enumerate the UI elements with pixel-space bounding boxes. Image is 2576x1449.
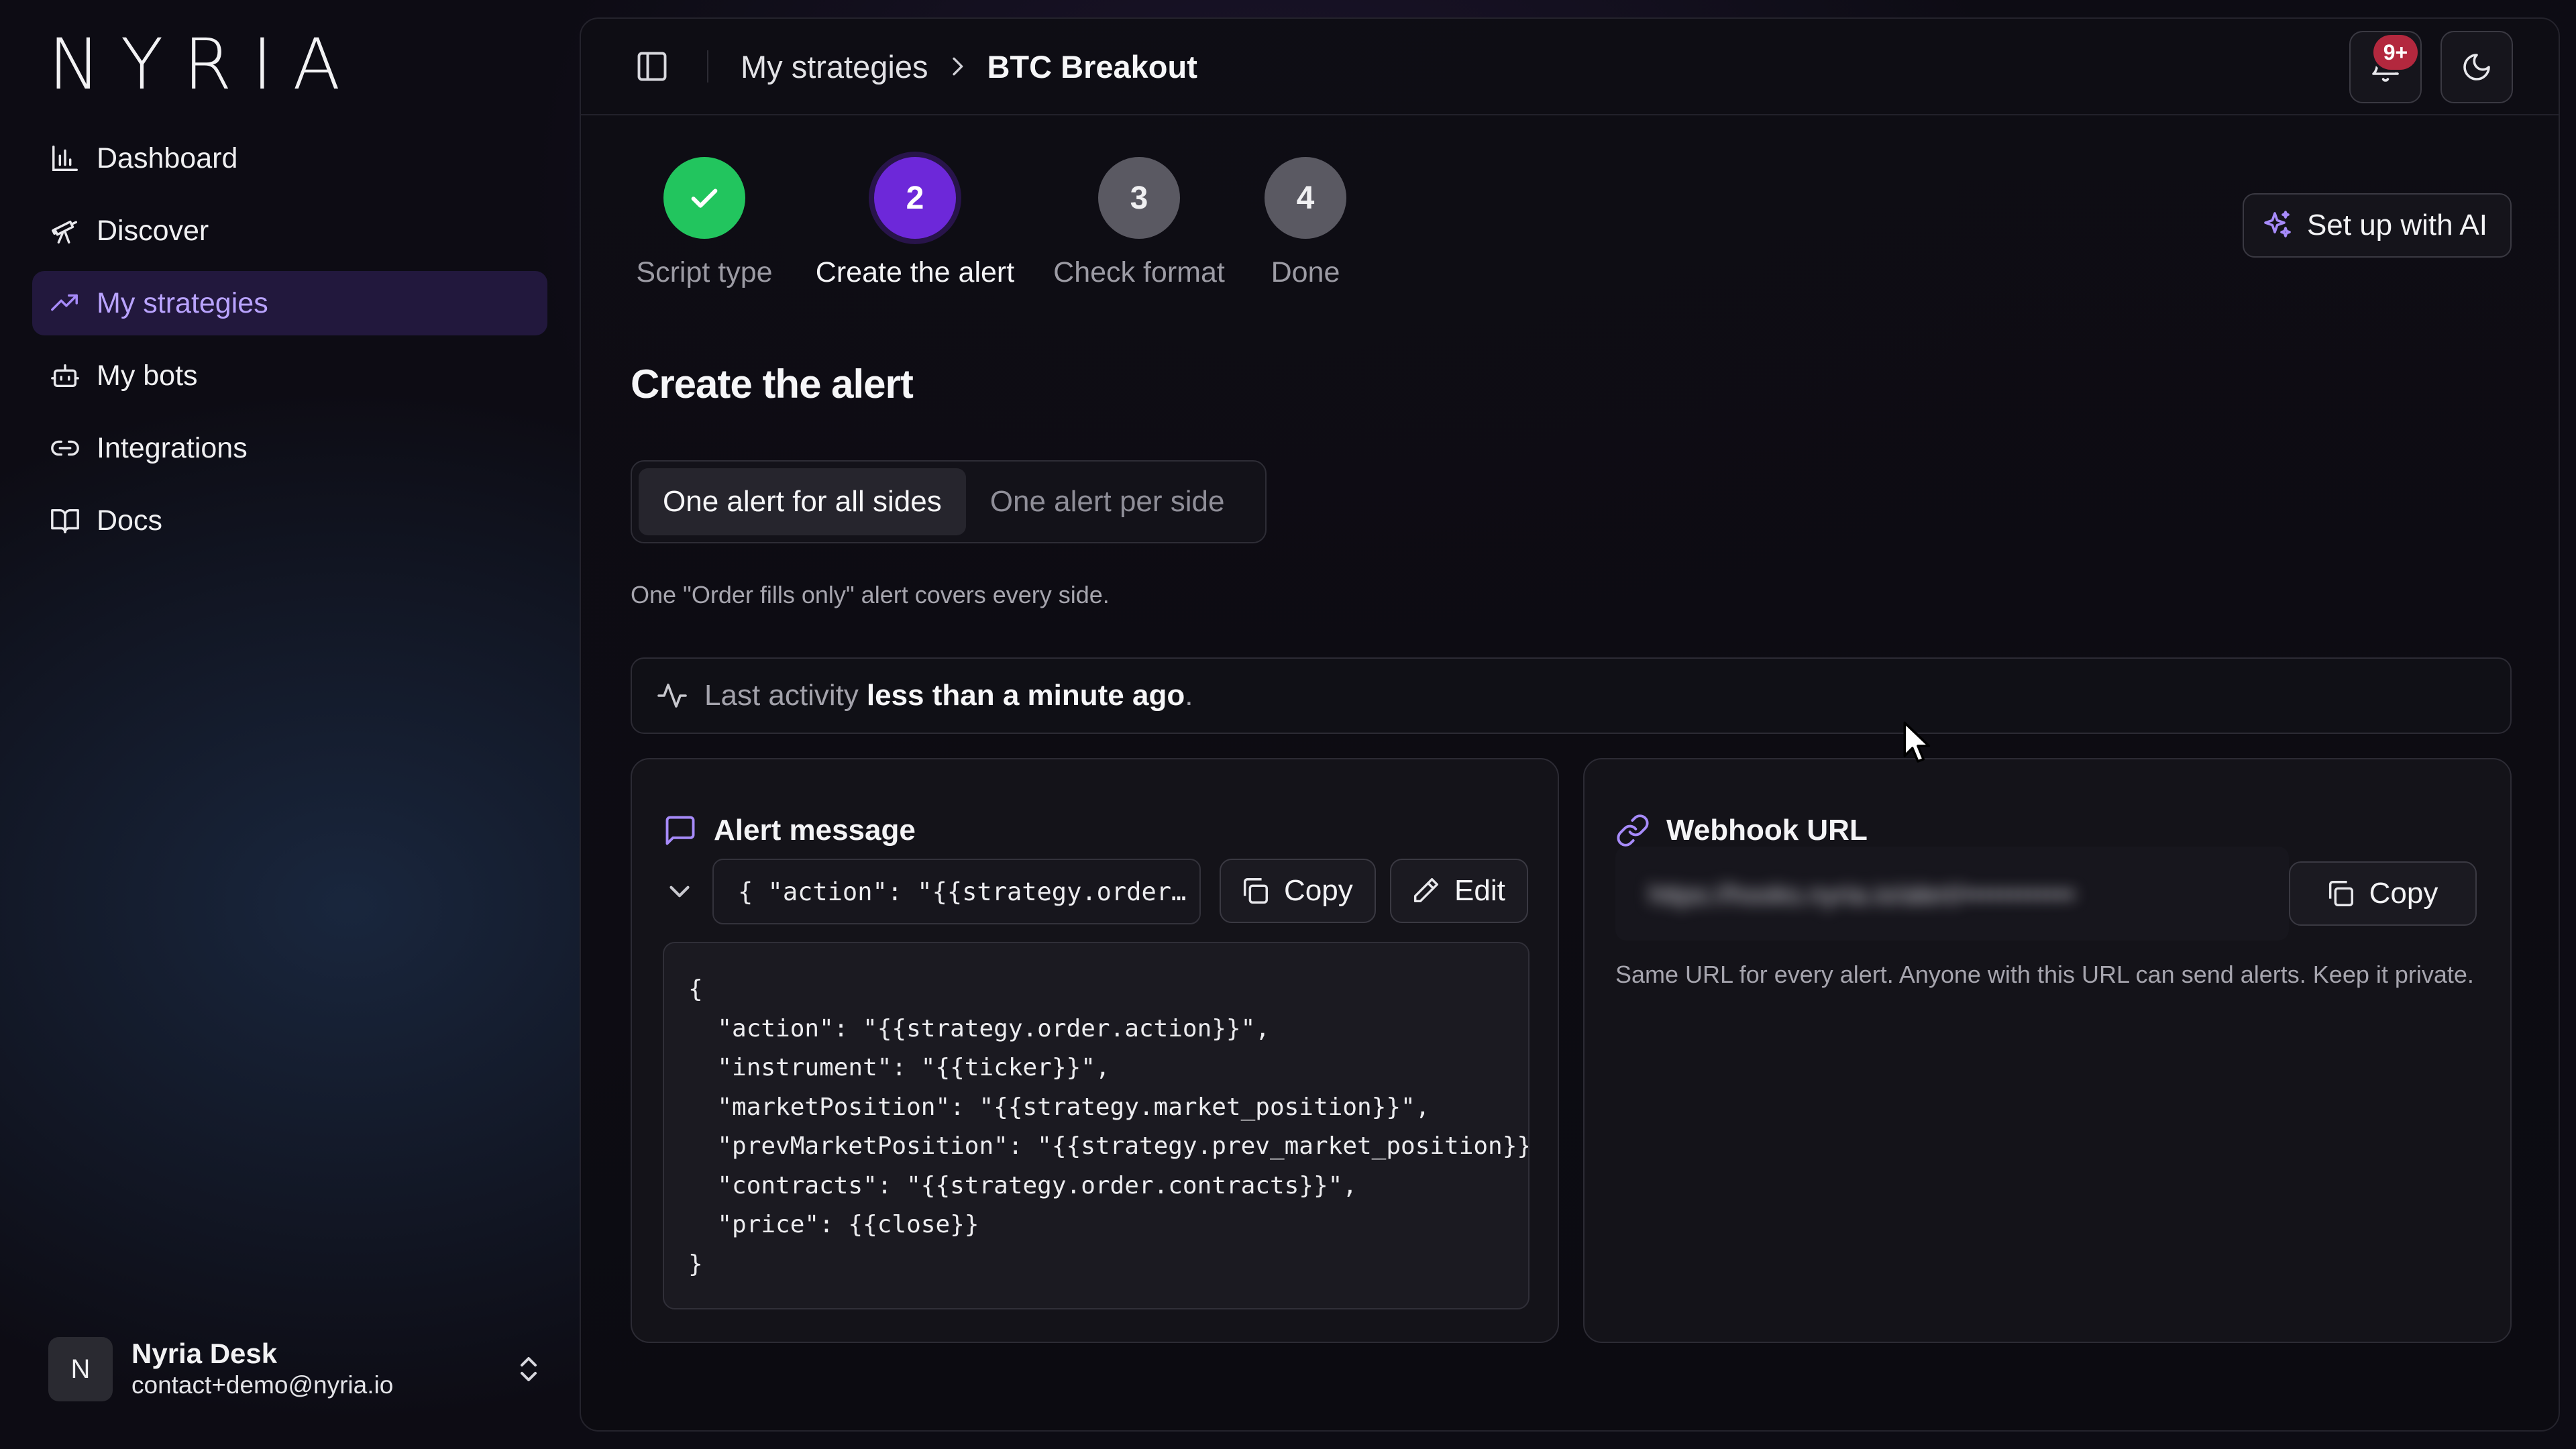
avatar: N	[48, 1337, 113, 1401]
sidebar-item-dashboard[interactable]: Dashboard	[32, 126, 547, 191]
code-line: "marketPosition": "{{strategy.market_pos…	[688, 1093, 1430, 1121]
code-line: "prevMarketPosition": "{{strategy.prev_m…	[688, 1132, 1529, 1160]
pencil-icon	[1413, 878, 1438, 903]
alert-mode-segmented-control: One alert for all sides One alert per si…	[631, 460, 1267, 543]
sidebar-item-label: Dashboard	[97, 142, 238, 174]
step-circle: 4	[1265, 157, 1346, 239]
mouse-cursor-icon	[1903, 721, 1931, 763]
webhook-help-text: Same URL for every alert. Anyone with th…	[1615, 961, 2474, 988]
last-activity-bar: Last activity less than a minute ago .	[631, 657, 2512, 734]
user-email: contact+demo@nyria.io	[131, 1371, 394, 1399]
step-label: Script type	[636, 256, 773, 288]
step-script-type[interactable]: Script type	[631, 157, 778, 289]
code-line: }	[688, 1250, 703, 1278]
bot-icon	[51, 364, 79, 388]
copy-alert-message-button[interactable]: Copy	[1220, 859, 1376, 923]
user-menu[interactable]: N Nyria Desk contact+demo@nyria.io	[48, 1335, 545, 1403]
alert-message-code-block[interactable]: { "action": "{{strategy.order.action}}",…	[663, 942, 1529, 1309]
sidebar-item-label: Discover	[97, 214, 209, 247]
theme-toggle-button[interactable]	[2440, 31, 2513, 103]
book-icon	[51, 508, 79, 533]
code-line: {	[688, 975, 703, 1003]
chevron-down-icon[interactable]	[663, 875, 696, 908]
webhook-url-masked: https://hooks.nyria.io/alert/•••••••••••…	[1649, 880, 2075, 910]
sidebar-nav: Dashboard Discover My strategies My bots…	[32, 126, 547, 561]
copy-icon	[2328, 881, 2353, 906]
app-logo[interactable]: NYRIA	[48, 30, 360, 99]
sidebar-item-integrations[interactable]: Integrations	[32, 416, 547, 480]
sidebar-toggle-icon[interactable]	[635, 49, 669, 84]
last-activity-value: less than a minute ago	[866, 679, 1185, 712]
step-done[interactable]: 4 Done	[1252, 157, 1359, 289]
notifications-button[interactable]: 9+	[2349, 31, 2422, 103]
moon-icon	[2463, 54, 2490, 80]
step-create-alert[interactable]: 2 Create the alert	[808, 157, 1022, 289]
copy-label: Copy	[2369, 877, 2438, 910]
link-icon	[1617, 814, 1649, 847]
edit-label: Edit	[1454, 874, 1505, 907]
top-actions: 9+	[2349, 31, 2513, 103]
code-line: "price": {{close}}	[688, 1211, 979, 1238]
activity-pulse-icon	[657, 684, 687, 708]
trending-up-icon	[51, 294, 78, 311]
step-label: Create the alert	[815, 256, 1015, 288]
alert-message-card: Alert message { "action": "{{strategy.or…	[631, 758, 1559, 1343]
breadcrumb-current: BTC Breakout	[987, 48, 1197, 85]
sidebar-item-discover[interactable]: Discover	[32, 199, 547, 263]
telescope-icon	[52, 220, 78, 244]
user-name: Nyria Desk	[131, 1337, 278, 1369]
code-line: "action": "{{strategy.order.action}}",	[688, 1014, 1270, 1042]
sparkles-icon	[2264, 211, 2291, 237]
segment-one-alert-per-side[interactable]: One alert per side	[966, 468, 1249, 535]
alert-message-preview[interactable]: { "action": "{{strategy.order…	[712, 859, 1201, 924]
sidebar: NYRIA Dashboard Discover My strategies M…	[0, 0, 577, 1449]
code-line: "instrument": "{{ticker}}",	[688, 1054, 1110, 1081]
setup-with-ai-label: Set up with AI	[2306, 209, 2487, 241]
sidebar-item-label: My strategies	[97, 286, 268, 319]
webhook-url-field[interactable]: https://hooks.nyria.io/alert/•••••••••••…	[1615, 847, 2289, 941]
sidebar-item-label: Integrations	[97, 431, 248, 464]
setup-with-ai-button[interactable]: Set up with AI	[2242, 193, 2512, 258]
step-circle: 2	[874, 157, 956, 239]
last-activity-suffix: .	[1185, 679, 1193, 712]
alert-message-header: Alert message	[663, 813, 916, 848]
step-label: Done	[1271, 256, 1340, 288]
alert-mode-help-text: One "Order fills only" alert covers ever…	[631, 581, 1110, 608]
chevrons-up-down-icon[interactable]	[513, 1353, 545, 1385]
webhook-url-title: Webhook URL	[1666, 814, 1868, 847]
sidebar-item-label: My bots	[97, 359, 198, 392]
bar-chart-icon	[52, 146, 78, 171]
check-icon	[691, 189, 718, 208]
message-square-icon	[665, 816, 695, 845]
sidebar-item-docs[interactable]: Docs	[32, 488, 547, 553]
copy-icon	[1243, 878, 1268, 904]
copy-label: Copy	[1284, 874, 1353, 907]
section-title: Create the alert	[631, 362, 914, 407]
notification-badge: 9+	[2373, 35, 2418, 70]
copy-webhook-url-button[interactable]: Copy	[2289, 861, 2477, 926]
chevron-right-icon	[953, 57, 963, 76]
breadcrumb-link[interactable]: My strategies	[741, 48, 928, 85]
sidebar-item-my-strategies[interactable]: My strategies	[32, 271, 547, 335]
edit-alert-message-button[interactable]: Edit	[1390, 859, 1528, 923]
step-circle: 3	[1098, 157, 1180, 239]
user-info: Nyria Desk contact+demo@nyria.io	[131, 1338, 513, 1401]
alert-message-title: Alert message	[714, 814, 916, 847]
sidebar-item-my-bots[interactable]: My bots	[32, 343, 547, 408]
breadcrumb: My strategies BTC Breakout	[741, 48, 1197, 85]
sidebar-item-label: Docs	[97, 504, 162, 537]
code-line: "contracts": "{{strategy.order.contracts…	[688, 1171, 1357, 1199]
top-bar: My strategies BTC Breakout 9+	[581, 19, 2559, 115]
step-label: Check format	[1053, 256, 1225, 288]
webhook-url-card: Webhook URL https://hooks.nyria.io/alert…	[1583, 758, 2512, 1343]
main-panel: My strategies BTC Breakout 9+ Script typ…	[580, 17, 2560, 1432]
webhook-url-header: Webhook URL	[1615, 813, 1868, 848]
link-icon	[51, 440, 79, 456]
last-activity-label: Last activity	[704, 679, 859, 712]
step-check-format[interactable]: 3 Check format	[1044, 157, 1234, 289]
divider	[707, 50, 708, 83]
step-circle	[663, 157, 745, 239]
segment-one-alert-all-sides[interactable]: One alert for all sides	[639, 468, 966, 535]
